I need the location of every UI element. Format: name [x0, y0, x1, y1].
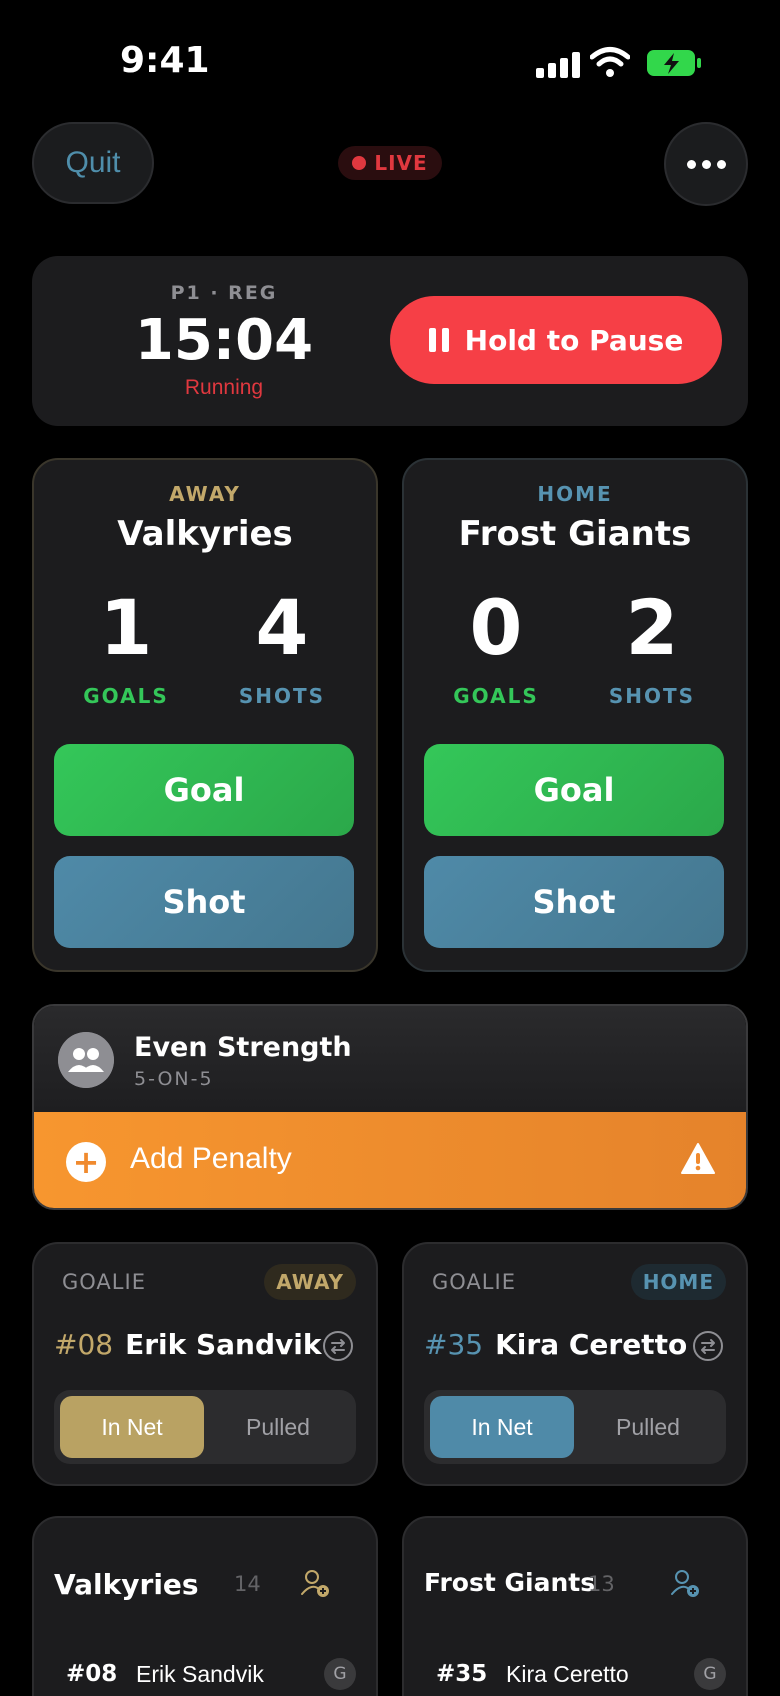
position-badge: G — [694, 1658, 726, 1690]
live-badge: LIVE — [338, 146, 442, 180]
goals-count: 1 — [99, 583, 153, 672]
goalie-number: #35 — [424, 1328, 484, 1361]
pulled-option[interactable]: Pulled — [576, 1396, 720, 1458]
goals-stat: 1 GOALS — [46, 583, 206, 709]
live-game-screen: 9:41 Quit LIVE P1 · REG 15:04 Running Ho… — [0, 0, 780, 1696]
away-roster-card: Valkyries 14 #08 Erik Sandvik G — [32, 1516, 378, 1696]
quit-button[interactable]: Quit — [32, 122, 154, 204]
swap-icon[interactable] — [692, 1330, 724, 1362]
team-name: Frost Giants — [458, 514, 692, 554]
goals-label: GOALS — [83, 684, 169, 708]
player-number: #35 — [436, 1661, 488, 1687]
shots-label: SHOTS — [608, 684, 696, 708]
goals-label: GOALS — [453, 684, 539, 708]
home-goal-button[interactable]: Goal — [424, 744, 724, 836]
pause-icon — [428, 328, 449, 352]
status-time: 9:41 — [120, 40, 210, 81]
player-name: Kira Ceretto — [506, 1660, 629, 1687]
wifi-icon — [590, 47, 630, 77]
strength-card: Even Strength 5-ON-5 + Add Penalty — [32, 1004, 748, 1210]
goalie-label: GOALIE — [62, 1270, 146, 1294]
add-penalty-button[interactable]: + Add Penalty — [34, 1112, 746, 1208]
goals-count: 0 — [469, 583, 523, 672]
player-name: Erik Sandvik — [136, 1660, 264, 1687]
away-shot-button[interactable]: Shot — [54, 856, 354, 948]
roster-row[interactable]: #35 Kira Ceretto G — [436, 1654, 726, 1694]
away-goal-button[interactable]: Goal — [54, 744, 354, 836]
side-tag: AWAY — [264, 1264, 356, 1300]
goalie-number: #08 — [54, 1328, 114, 1361]
more-button[interactable] — [664, 122, 748, 206]
home-team-card: HOME Frost Giants 0 GOALS 2 SHOTS Goal S… — [402, 458, 748, 972]
away-goalie-card: GOALIE AWAY #08 Erik Sandvik In Net Pull… — [32, 1242, 378, 1486]
pause-label: Hold to Pause — [464, 323, 684, 357]
roster-count: 14 — [234, 1572, 261, 1596]
live-dot-icon — [352, 156, 367, 170]
side-tag: HOME — [630, 1264, 726, 1300]
team-side-label: AWAY — [169, 482, 241, 506]
home-shot-button[interactable]: Shot — [424, 856, 724, 948]
home-goalie-card: GOALIE HOME #35 Kira Ceretto In Net Pull… — [402, 1242, 748, 1486]
player-number: #08 — [66, 1661, 118, 1687]
add-penalty-label: Add Penalty — [130, 1142, 292, 1175]
strength-title: Even Strength — [134, 1032, 352, 1063]
add-player-icon[interactable] — [300, 1568, 330, 1598]
position-badge: G — [324, 1658, 356, 1690]
roster-title: Valkyries — [54, 1568, 199, 1601]
people-icon — [58, 1032, 114, 1088]
shots-stat: 4 SHOTS — [202, 583, 362, 709]
plus-circle-icon: + — [66, 1142, 106, 1182]
shots-count: 2 — [625, 583, 679, 672]
add-player-icon[interactable] — [670, 1568, 700, 1598]
goalie-label: GOALIE — [432, 1270, 516, 1294]
clock-time: 15:04 — [134, 308, 314, 373]
pulled-option[interactable]: Pulled — [206, 1396, 350, 1458]
strength-subtitle: 5-ON-5 — [134, 1068, 214, 1090]
strength-status: Even Strength 5-ON-5 — [34, 1006, 746, 1112]
team-side-label: HOME — [537, 482, 613, 506]
more-icon — [686, 159, 726, 169]
team-name: Valkyries — [117, 514, 293, 554]
roster-row[interactable]: #08 Erik Sandvik G — [66, 1654, 356, 1694]
goalie-identity: #35 Kira Ceretto — [424, 1328, 687, 1361]
game-clock-card: P1 · REG 15:04 Running Hold to Pause — [32, 256, 748, 426]
swap-icon[interactable] — [322, 1330, 354, 1362]
shots-label: SHOTS — [238, 684, 326, 708]
battery-charging-icon — [647, 50, 701, 76]
in-net-option[interactable]: In Net — [60, 1396, 204, 1458]
goalie-name: Kira Ceretto — [495, 1328, 688, 1361]
shots-count: 4 — [255, 583, 309, 672]
clock-state: Running — [184, 376, 264, 399]
status-bar: 9:41 — [0, 0, 780, 120]
goalie-name: Erik Sandvik — [125, 1328, 322, 1361]
goalie-status-segment: In Net Pulled — [54, 1390, 356, 1464]
goals-stat: 0 GOALS — [416, 583, 576, 709]
roster-count: 13 — [588, 1572, 615, 1596]
roster-title: Frost Giants — [424, 1568, 596, 1597]
hold-to-pause-button[interactable]: Hold to Pause — [390, 296, 722, 384]
away-team-card: AWAY Valkyries 1 GOALS 4 SHOTS Goal Shot — [32, 458, 378, 972]
home-roster-card: Frost Giants 13 #35 Kira Ceretto G — [402, 1516, 748, 1696]
shots-stat: 2 SHOTS — [572, 583, 732, 709]
period-label: P1 · REG — [170, 282, 278, 304]
goalie-identity: #08 Erik Sandvik — [54, 1328, 322, 1361]
warning-icon — [681, 1143, 715, 1174]
signal-icon — [536, 52, 580, 78]
live-label: LIVE — [374, 151, 428, 175]
goalie-status-segment: In Net Pulled — [424, 1390, 726, 1464]
in-net-option[interactable]: In Net — [430, 1396, 574, 1458]
